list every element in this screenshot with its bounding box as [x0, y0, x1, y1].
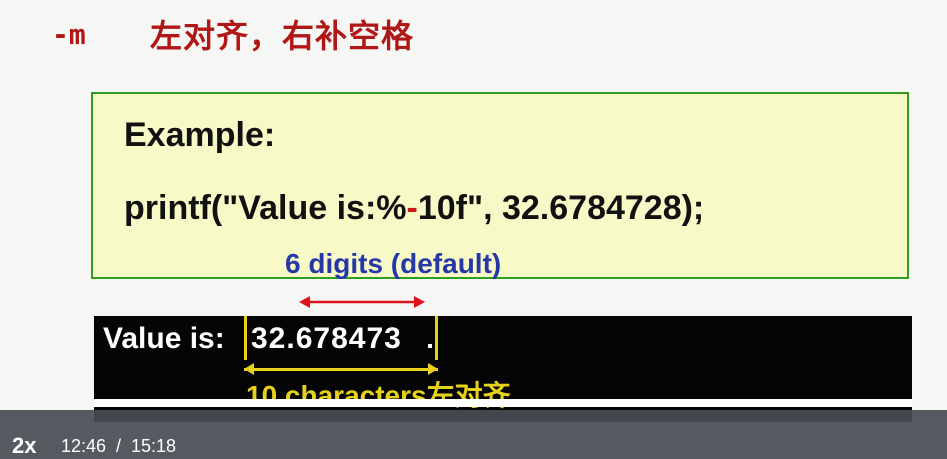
digits-note: 6 digits (default)	[285, 248, 502, 279]
output-value: 32.678473	[251, 322, 402, 355]
flag-description: 左对齐，右补空格	[150, 17, 415, 55]
double-arrow-icon	[299, 296, 425, 308]
current-time: 12:46	[61, 436, 107, 456]
code-line: printf("Value is:%-10f", 32.6784728);	[124, 189, 704, 228]
padding-space-mark	[428, 344, 432, 348]
playback-speed-button[interactable]: 2x	[12, 433, 36, 459]
flag-name: -m	[52, 17, 86, 51]
code-minus-flag: -	[406, 189, 418, 227]
width-arrow-icon	[244, 363, 438, 375]
flag-heading: -m 左对齐，右补空格	[52, 10, 414, 58]
video-control-bar[interactable]: 2x 12:46 / 15:18	[0, 410, 947, 459]
video-frame: -m 左对齐，右补空格 Example: printf("Value is:%-…	[0, 0, 947, 459]
output-label: Value is:	[103, 322, 225, 355]
chars-note: 10 characters左对齐	[246, 380, 511, 411]
time-separator: /	[116, 436, 122, 456]
example-title: Example:	[124, 116, 276, 154]
divider	[94, 399, 912, 407]
code-suffix: 10f", 32.6784728);	[417, 189, 705, 227]
code-prefix: printf("Value is:%	[124, 189, 407, 227]
total-time: 15:18	[131, 436, 177, 456]
